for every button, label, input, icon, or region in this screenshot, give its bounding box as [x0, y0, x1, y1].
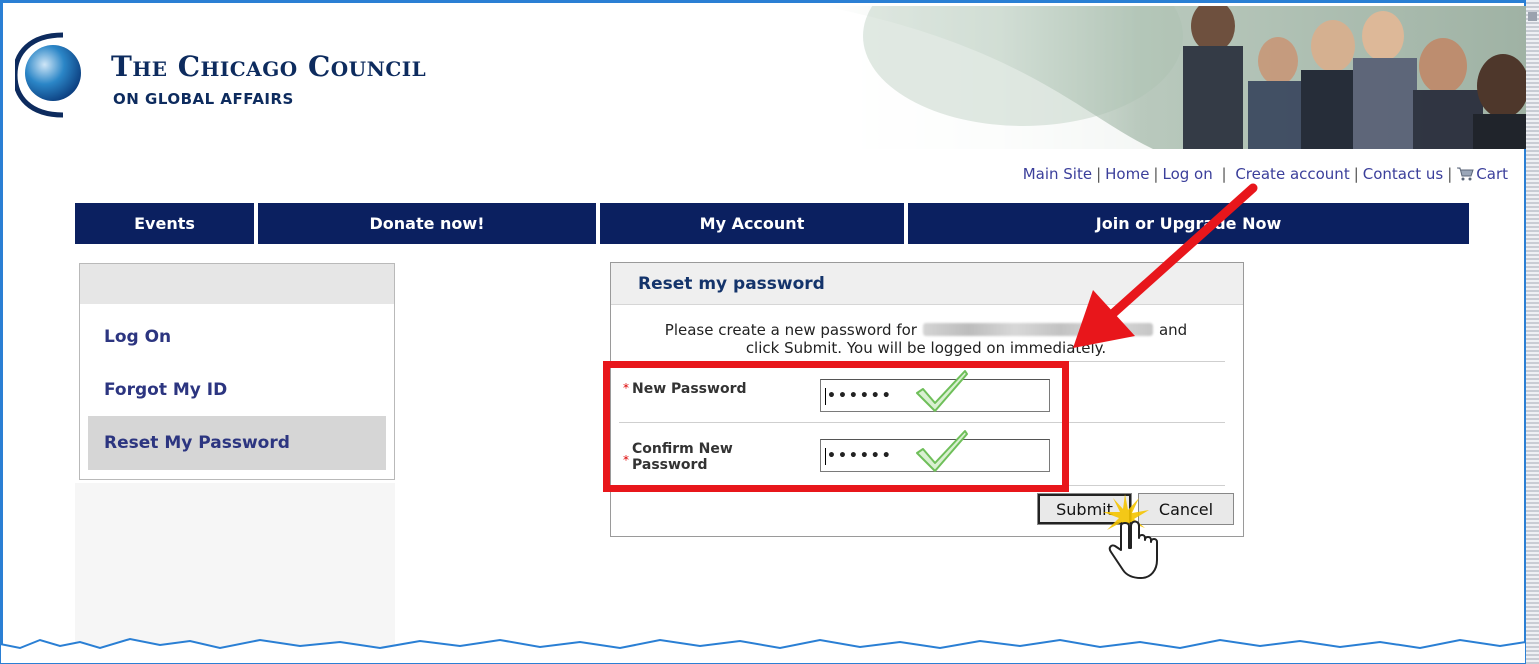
torn-edge — [0, 637, 1526, 664]
panel-title: Reset my password — [611, 263, 1243, 305]
redacted-username — [922, 323, 1153, 336]
sidebar-header — [80, 264, 394, 304]
sidebar-item-log-on[interactable]: Log On — [88, 310, 386, 364]
nav-join-or-upgrade[interactable]: Join or Upgrade Now — [908, 203, 1469, 244]
instruction-text: Please create a new password for and clic… — [631, 321, 1221, 357]
sidebar-menu: Log On Forgot My ID Reset My Password — [79, 263, 395, 480]
utility-links: Main Site | Home | Log on | Create account | C… — [1022, 165, 1508, 183]
highlight-box — [603, 361, 1069, 492]
instruction-text-and: and — [1158, 321, 1188, 339]
brand-title: The Chicago Council — [111, 50, 427, 83]
brand-subtitle: ON GLOBAL AFFAIRS — [113, 90, 294, 108]
globe-logo-icon — [15, 32, 81, 118]
instruction-text-start: Please create a new password for — [664, 321, 917, 339]
link-home[interactable]: Home — [1105, 165, 1149, 183]
link-cart[interactable]: Cart — [1476, 165, 1508, 183]
scrollbar[interactable] — [1526, 0, 1539, 664]
submit-button[interactable]: Submit — [1037, 493, 1132, 525]
instruction-text-line2: click Submit. You will be logged on imme… — [745, 339, 1107, 357]
cancel-button[interactable]: Cancel — [1138, 493, 1234, 525]
sidebar-item-forgot-my-id[interactable]: Forgot My ID — [88, 363, 386, 417]
nav-donate-now[interactable]: Donate now! — [258, 203, 596, 244]
link-contact-us[interactable]: Contact us — [1363, 165, 1443, 183]
link-log-on[interactable]: Log on — [1162, 165, 1212, 183]
nav-events[interactable]: Events — [75, 203, 254, 244]
sidebar-item-reset-my-password[interactable]: Reset My Password — [88, 416, 386, 470]
link-create-account[interactable]: Create account — [1235, 165, 1349, 183]
nav-my-account[interactable]: My Account — [600, 203, 904, 244]
main-nav: Events Donate now! My Account Join or Up… — [75, 203, 1469, 244]
cart-icon[interactable] — [1456, 166, 1474, 181]
sidebar-background — [75, 483, 395, 653]
header-photo — [823, 6, 1529, 149]
link-main-site[interactable]: Main Site — [1023, 165, 1092, 183]
browser-content-frame: The Chicago Council ON GLOBAL AFFAIRS Ma… — [0, 0, 1529, 653]
